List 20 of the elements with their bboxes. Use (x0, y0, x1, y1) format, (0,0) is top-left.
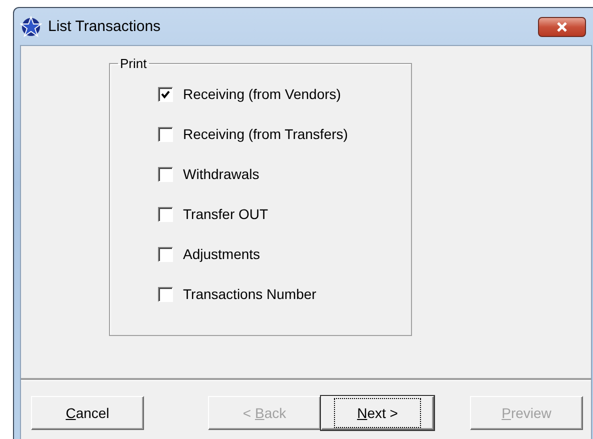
checkbox[interactable] (158, 86, 173, 102)
check-icon (161, 90, 170, 98)
close-icon (556, 22, 568, 32)
checkbox-label[interactable]: Receiving (from Transfers) (183, 126, 348, 142)
group-label: Print (119, 56, 148, 71)
window-title: List Transactions (48, 18, 162, 35)
checkbox[interactable] (158, 246, 173, 262)
checkbox-label[interactable]: Withdrawals (183, 166, 260, 182)
checkbox-label[interactable]: Transactions Number (183, 286, 316, 302)
close-button[interactable] (538, 16, 586, 36)
checkbox[interactable] (158, 126, 173, 142)
checkbox[interactable] (158, 286, 173, 302)
checkbox[interactable] (158, 206, 173, 222)
checkbox-label[interactable]: Transfer OUT (183, 206, 268, 222)
checkbox-label[interactable]: Receiving (from Vendors) (183, 86, 341, 102)
dialog-button[interactable]: Next > (321, 396, 434, 430)
star-icon (20, 16, 42, 38)
checkbox-label[interactable]: Adjustments (183, 246, 260, 262)
dialog-button[interactable]: Cancel (31, 396, 144, 430)
checkbox[interactable] (158, 166, 173, 182)
